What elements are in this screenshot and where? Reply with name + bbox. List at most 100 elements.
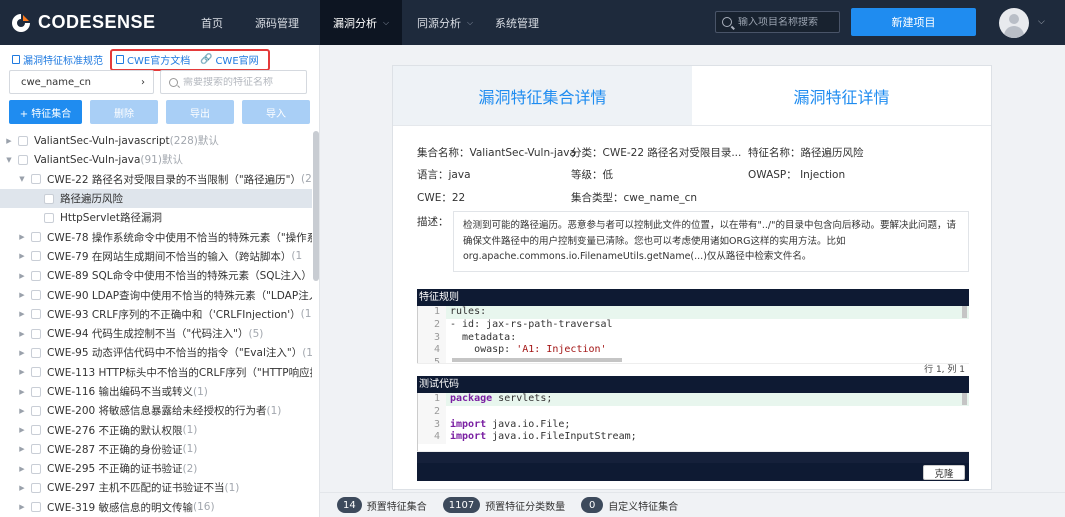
cwe-site-link[interactable]: 🔗 CWE官网: [200, 52, 259, 67]
tree-item[interactable]: ▶ CWE-94 代码生成控制不当（"代码注入"） (5): [0, 324, 312, 343]
tree-item[interactable]: ▶ CWE-200 将敏感信息暴露给未经授权的行为者 (1): [0, 401, 312, 420]
tree-checkbox[interactable]: [31, 251, 41, 262]
tree-item[interactable]: ▶ CWE-79 在网站生成期间不恰当的输入（跨站脚本） (1: [0, 247, 312, 266]
rule-editor[interactable]: 1 rules: 2 - id: jax-rs-path-traversal 3 m…: [417, 306, 969, 364]
tree-checkbox[interactable]: [31, 425, 41, 436]
tree-item[interactable]: ▶ CWE-78 操作系统命令中使用不恰当的特殊元素（"操作系统: [0, 227, 312, 246]
logo[interactable]: CODESENSE: [0, 12, 190, 34]
tree-item-count: (16): [193, 501, 215, 514]
code-text: import java.io.FileInputStream;: [450, 431, 637, 443]
tree-scrollbar[interactable]: [313, 131, 319, 281]
tree-checkbox[interactable]: [31, 482, 41, 493]
caret-down-icon[interactable]: ▼: [4, 156, 14, 164]
caret-right-icon[interactable]: ▶: [17, 484, 27, 492]
tree-item[interactable]: ▶ CWE-90 LDAP查询中使用不恰当的特殊元素（"LDAP注入: [0, 285, 312, 304]
tree-item[interactable]: ▶ CWE-93 CRLF序列的不正确中和（'CRLFInjection'）(1): [0, 305, 312, 324]
tree-item[interactable]: ▶ CWE-116 输出编码不当或转义 (1): [0, 382, 312, 401]
tree-checkbox[interactable]: [31, 444, 41, 455]
nav-homology-analysis[interactable]: 同源分析 ⌵: [402, 0, 488, 45]
tree-item-count: (1): [193, 385, 208, 398]
test-code-block: 测试代码 1 package servlets; 2 3 import java.i…: [417, 376, 969, 482]
project-search[interactable]: [715, 11, 840, 33]
editor-vscrollbar[interactable]: [962, 393, 967, 405]
tree-checkbox[interactable]: [31, 290, 41, 301]
tree-checkbox[interactable]: [31, 232, 41, 243]
caret-right-icon[interactable]: ▶: [17, 349, 27, 357]
tree-checkbox[interactable]: [31, 463, 41, 474]
editor-vscrollbar[interactable]: [962, 306, 967, 318]
caret-right-icon[interactable]: ▶: [17, 407, 27, 415]
tree-checkbox[interactable]: [31, 347, 41, 358]
tab-feature-detail[interactable]: 漏洞特征详情: [692, 66, 991, 125]
tree-item[interactable]: ▶ ValiantSec-Vuln-javascript (228)默认: [0, 131, 312, 150]
code-text: metadata:: [450, 331, 517, 343]
tree-item[interactable]: ▶ CWE-276 不正确的默认权限 (1): [0, 420, 312, 439]
caret-right-icon[interactable]: ▶: [17, 310, 27, 318]
tree-item[interactable]: ▶ CWE-287 不正确的身份验证 (1): [0, 440, 312, 459]
code-line: 1 package servlets;: [418, 393, 969, 406]
tree-item[interactable]: ▶CWE-89 SQL命令中使用不恰当的特殊元素（SQL注入）(2: [0, 266, 312, 285]
spec-link[interactable]: 漏洞特征标准规范: [12, 52, 103, 67]
tree-item[interactable]: ▶ CWE-297 主机不匹配的证书验证不当 (1): [0, 478, 312, 497]
caret-right-icon[interactable]: ▶: [17, 445, 27, 453]
nav-vuln-analysis[interactable]: 漏洞分析 ⌵: [320, 0, 402, 45]
editor-hscrollbar[interactable]: [452, 358, 622, 363]
tree-item[interactable]: 路径遍历风险: [0, 188, 312, 209]
test-editor[interactable]: 1 package servlets; 2 3 import java.io.Fil…: [417, 393, 969, 452]
tree-item[interactable]: ▶ CWE-113 HTTP标头中不恰当的CRLF序列（"HTTP响应拆: [0, 363, 312, 382]
caret-right-icon[interactable]: ▶: [17, 272, 27, 280]
tree-item-count: (2): [301, 173, 312, 186]
caret-right-icon[interactable]: ▶: [17, 252, 27, 260]
sidebar: 漏洞特征标准规范 CWE官方文档 🔗 CWE官网 cwe_name_cn › +…: [0, 45, 320, 517]
feature-search-input[interactable]: [183, 76, 301, 88]
tree-item[interactable]: ▶ CWE-295 不正确的证书验证 (2): [0, 459, 312, 478]
caret-right-icon[interactable]: ▶: [17, 233, 27, 241]
tab-set-detail[interactable]: 漏洞特征集合详情: [393, 66, 692, 125]
chevron-down-icon[interactable]: ⌵: [1038, 17, 1045, 27]
import-button[interactable]: 导入: [242, 100, 310, 124]
delete-button[interactable]: 删除: [90, 100, 158, 124]
caret-right-icon[interactable]: ▶: [17, 426, 27, 434]
tree-checkbox[interactable]: [31, 328, 41, 339]
cwe-doc-link[interactable]: CWE官方文档: [116, 52, 190, 67]
caret-right-icon[interactable]: ▶: [17, 330, 27, 338]
caret-right-icon[interactable]: ▶: [17, 368, 27, 376]
avatar[interactable]: [999, 8, 1029, 38]
nav-home[interactable]: 首页: [190, 0, 234, 45]
name-field-select[interactable]: cwe_name_cn ›: [9, 70, 154, 94]
tree-item[interactable]: HttpServlet路径漏洞: [0, 208, 312, 227]
tree-checkbox[interactable]: [18, 135, 28, 146]
nav-system[interactable]: 系统管理: [488, 0, 546, 45]
nav-source[interactable]: 源码管理: [234, 0, 320, 45]
tree-item[interactable]: ▶ CWE-319 敏感信息的明文传输 (16): [0, 498, 312, 517]
add-feature-set-button[interactable]: + 特征集合: [9, 100, 82, 124]
tree-checkbox[interactable]: [18, 154, 28, 165]
tree-checkbox[interactable]: [31, 405, 41, 416]
search-icon: [169, 77, 178, 87]
tree-item[interactable]: ▶ CWE-95 动态评估代码中不恰当的指令（"Eval注入"）(1): [0, 343, 312, 362]
caret-right-icon[interactable]: ▶: [17, 291, 27, 299]
tree-checkbox[interactable]: [31, 502, 41, 513]
tree-item[interactable]: ▼ ValiantSec-Vuln-java (91)默认: [0, 150, 312, 169]
tree-item-count: (228)默认: [169, 135, 219, 148]
caret-down-icon[interactable]: ▼: [17, 175, 27, 183]
project-search-input[interactable]: [738, 16, 833, 28]
tree-checkbox[interactable]: [31, 270, 41, 281]
tree-checkbox[interactable]: [44, 212, 54, 223]
tree-checkbox[interactable]: [31, 386, 41, 397]
new-project-button[interactable]: 新建项目: [851, 8, 976, 36]
caret-right-icon[interactable]: ▶: [17, 388, 27, 396]
tree-checkbox[interactable]: [31, 174, 41, 185]
tree-checkbox[interactable]: [44, 193, 54, 204]
clone-button[interactable]: 克隆: [923, 465, 965, 481]
caret-right-icon[interactable]: ▶: [17, 503, 27, 511]
feature-search[interactable]: [160, 70, 307, 94]
export-button[interactable]: 导出: [166, 100, 234, 124]
tree-checkbox[interactable]: [31, 367, 41, 378]
tree-item[interactable]: ▼ CWE-22 路径名对受限目录的不当限制（"路径遍历"）(2): [0, 170, 312, 189]
caret-right-icon[interactable]: ▶: [4, 137, 14, 145]
tree-checkbox[interactable]: [31, 309, 41, 320]
caret-right-icon[interactable]: ▶: [17, 465, 27, 473]
count-badge: 1107: [442, 497, 481, 513]
test-block-title: 测试代码: [417, 376, 969, 393]
